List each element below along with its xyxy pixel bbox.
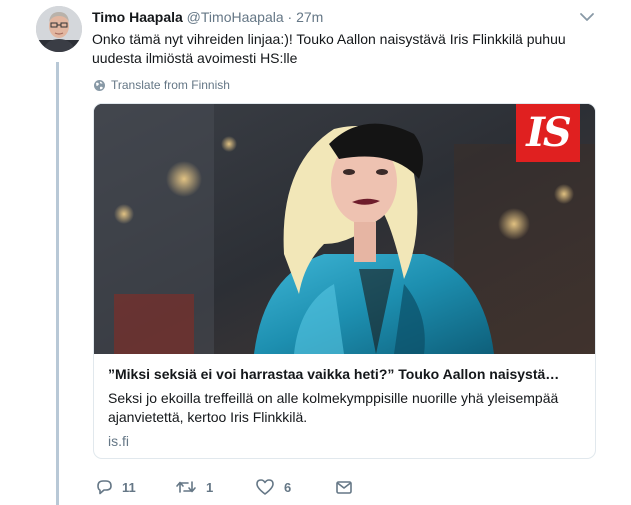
reply-button[interactable]: 11 xyxy=(95,478,136,496)
separator-dot: · xyxy=(287,9,293,25)
card-body: ”Miksi seksiä ei voi harrastaa vaikka he… xyxy=(108,365,583,449)
like-button[interactable]: 6 xyxy=(255,478,291,496)
direct-message-icon xyxy=(336,481,352,494)
reply-count: 11 xyxy=(122,479,136,495)
reply-icon xyxy=(97,480,112,495)
retweet-icon xyxy=(176,481,196,493)
tweet-actions: 11 1 6 xyxy=(95,478,395,502)
chevron-down-icon[interactable] xyxy=(578,10,596,24)
user-handle[interactable]: @TimoHaapala xyxy=(187,9,284,25)
thread-line xyxy=(56,62,59,505)
timestamp[interactable]: 27m xyxy=(296,9,323,25)
like-count: 6 xyxy=(284,479,292,495)
globe-icon xyxy=(94,79,105,91)
card-description: Seksi jo ekoilla treffeillä on alle kolm… xyxy=(108,390,559,425)
is-logo: IS xyxy=(516,104,580,162)
card-title[interactable]: ”Miksi seksiä ei voi harrastaa vaikka he… xyxy=(108,365,583,384)
direct-message-button[interactable] xyxy=(335,478,353,496)
like-icon xyxy=(256,479,274,495)
translate-link[interactable]: Translate from Finnish xyxy=(93,78,230,92)
translate-label: Translate from Finnish xyxy=(111,78,230,92)
retweet-count: 1 xyxy=(206,479,214,495)
avatar-image xyxy=(36,6,82,52)
card-domain: is.fi xyxy=(108,433,129,449)
display-name[interactable]: Timo Haapala xyxy=(92,9,183,25)
link-card[interactable]: IS ”Miksi seksiä ei voi harrastaa vaikka… xyxy=(93,103,596,459)
tweet-text: Onko tämä nyt vihreiden linjaa:)! Touko … xyxy=(92,31,566,66)
tweet-header: Timo Haapala @TimoHaapala · 27m xyxy=(92,9,323,25)
avatar[interactable] xyxy=(36,6,82,52)
retweet-button[interactable]: 1 xyxy=(175,478,213,496)
card-image: IS xyxy=(94,104,595,354)
